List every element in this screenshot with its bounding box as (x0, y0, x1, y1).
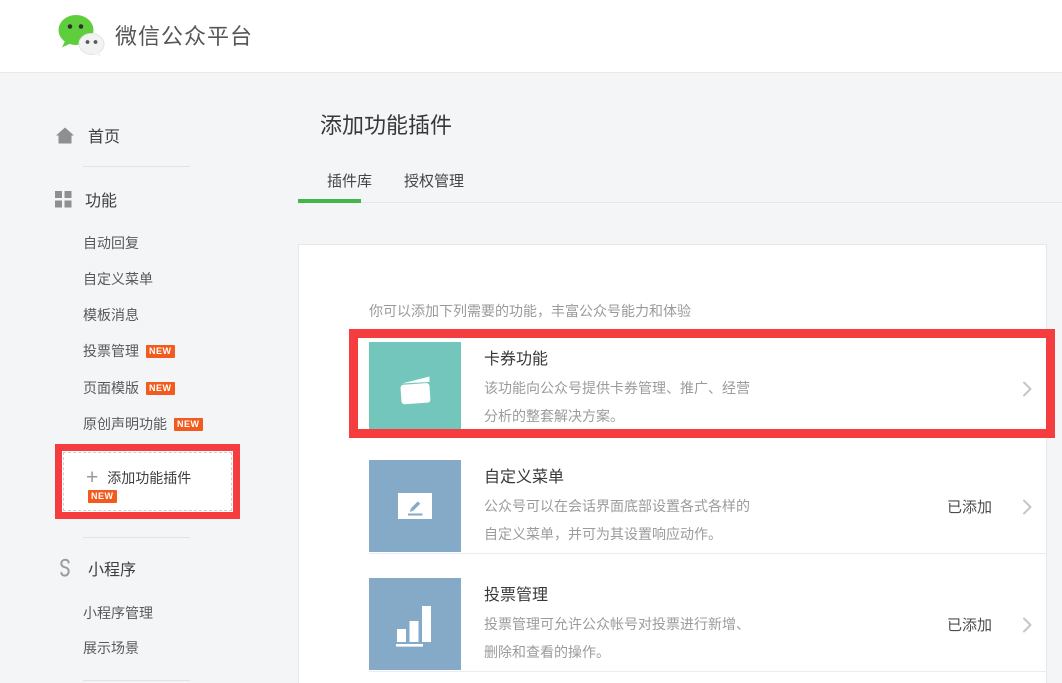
plugin-row-card-coupon[interactable]: 卡券功能 该功能向公众号提供卡券管理、推广、经营 分析的整套解决方案。 (369, 318, 1047, 436)
app-title: 微信公众平台 (115, 19, 253, 51)
plugin-info: 自定义菜单 公众号可以在会话界面底部设置各式各样的 自定义菜单，并可为其设置响应… (461, 460, 876, 548)
plugin-description: 公众号可以在会话界面底部设置各式各样的 自定义菜单，并可为其设置响应动作。 (484, 492, 876, 548)
sidebar-divider (83, 166, 190, 167)
plugin-title: 自定义菜单 (484, 463, 876, 487)
card-icon (369, 342, 461, 434)
sidebar-item-original-statement[interactable]: 原创声明功能 NEW (83, 414, 203, 434)
plugin-row-actions: 已添加 (947, 614, 1033, 635)
sidebar-divider (83, 680, 190, 681)
plugin-row-custom-menu[interactable]: 自定义菜单 公众号可以在会话界面底部设置各式各样的 自定义菜单，并可为其设置响应… (369, 436, 1047, 554)
sidebar-item-features[interactable]: 功能 (55, 188, 117, 210)
plugin-info: 卡券功能 该功能向公众号提供卡券管理、推广、经营 分析的整套解决方案。 (461, 342, 876, 430)
sidebar-item-label: 首页 (88, 123, 120, 147)
tab-divider (298, 202, 1062, 203)
tab-bar: 插件库 授权管理 (327, 170, 464, 191)
plugin-library-panel: 你可以添加下列需要的功能，丰富公众号能力和体验 卡券功能 该功能向公众号提供卡券… (298, 244, 1047, 683)
sidebar-item-label: 原创声明功能 (83, 414, 167, 434)
sidebar-item-vote-management[interactable]: 投票管理 NEW (83, 341, 175, 361)
sidebar-item-label: 投票管理 (83, 341, 139, 361)
wechat-logo-link[interactable]: 微信公众平台 (55, 12, 253, 58)
plugin-description: 投票管理可允许公众帐号对投票进行新增、 删除和查看的操作。 (484, 610, 876, 666)
plugin-info: 投票管理 投票管理可允许公众帐号对投票进行新增、 删除和查看的操作。 (461, 578, 876, 666)
plugin-row-vote-management[interactable]: 投票管理 投票管理可允许公众帐号对投票进行新增、 删除和查看的操作。 已添加 (369, 554, 1047, 672)
sidebar-item-template-message[interactable]: 模板消息 (83, 305, 139, 325)
sidebar-item-label: 展示场景 (83, 638, 139, 658)
sidebar-item-add-plugin[interactable]: + 添加功能插件 NEW (55, 444, 240, 519)
header: 微信公众平台 (0, 0, 1062, 73)
wechat-logo-icon (55, 12, 105, 58)
sidebar-item-label: 模板消息 (83, 305, 139, 325)
chevron-right-icon (1022, 380, 1033, 398)
active-tab-underline (298, 199, 361, 203)
plugin-title: 卡券功能 (484, 345, 876, 369)
sidebar-item-display-scene[interactable]: 展示场景 (83, 638, 139, 658)
sidebar-divider (83, 537, 190, 538)
plugin-row-actions: 已添加 (947, 496, 1033, 517)
miniprogram-icon (55, 558, 75, 578)
plugin-list: 卡券功能 该功能向公众号提供卡券管理、推广、经营 分析的整套解决方案。 (369, 318, 1047, 672)
new-badge: NEW (174, 418, 203, 431)
add-plugin-line: + 添加功能插件 (86, 467, 191, 488)
home-icon (55, 126, 75, 145)
wechat-mp-platform-page: 微信公众平台 首页 功能 自动回复 自定义菜单 模板消息 投票管理 NEW 页面… (0, 0, 1062, 683)
bar-chart-icon (369, 578, 461, 670)
sidebar-item-page-template[interactable]: 页面模版 NEW (83, 378, 175, 398)
plugin-title: 投票管理 (484, 581, 876, 605)
plugin-description: 该功能向公众号提供卡券管理、推广、经营 分析的整套解决方案。 (484, 374, 876, 430)
sidebar-item-label: 小程序管理 (83, 603, 153, 623)
sidebar-item-label: 自定义菜单 (83, 269, 153, 289)
chevron-right-icon (1022, 498, 1033, 516)
sidebar-item-label: 自动回复 (83, 233, 139, 253)
sidebar-item-auto-reply[interactable]: 自动回复 (83, 233, 139, 253)
grid-icon (55, 191, 72, 208)
sidebar-item-home[interactable]: 首页 (55, 124, 120, 146)
sidebar-item-miniprogram-management[interactable]: 小程序管理 (83, 603, 153, 623)
tab-plugin-library[interactable]: 插件库 (327, 170, 372, 191)
sidebar-item-label: 添加功能插件 (107, 468, 191, 488)
sidebar-item-label: 功能 (85, 187, 117, 211)
plus-icon: + (86, 467, 98, 488)
plugin-row-actions (1022, 380, 1033, 398)
pen-icon (369, 460, 461, 552)
new-badge: NEW (146, 345, 175, 358)
sidebar-item-label: 小程序 (88, 556, 136, 580)
new-badge: NEW (88, 490, 117, 503)
status-added: 已添加 (947, 614, 992, 635)
sidebar-item-label: 页面模版 (83, 378, 139, 398)
chevron-right-icon (1022, 616, 1033, 634)
new-badge: NEW (146, 382, 175, 395)
page-title: 添加功能插件 (320, 108, 452, 140)
sidebar-item-miniprogram[interactable]: 小程序 (55, 557, 136, 579)
tab-auth-management[interactable]: 授权管理 (404, 170, 464, 191)
status-added: 已添加 (947, 496, 992, 517)
sidebar-item-custom-menu[interactable]: 自定义菜单 (83, 269, 153, 289)
